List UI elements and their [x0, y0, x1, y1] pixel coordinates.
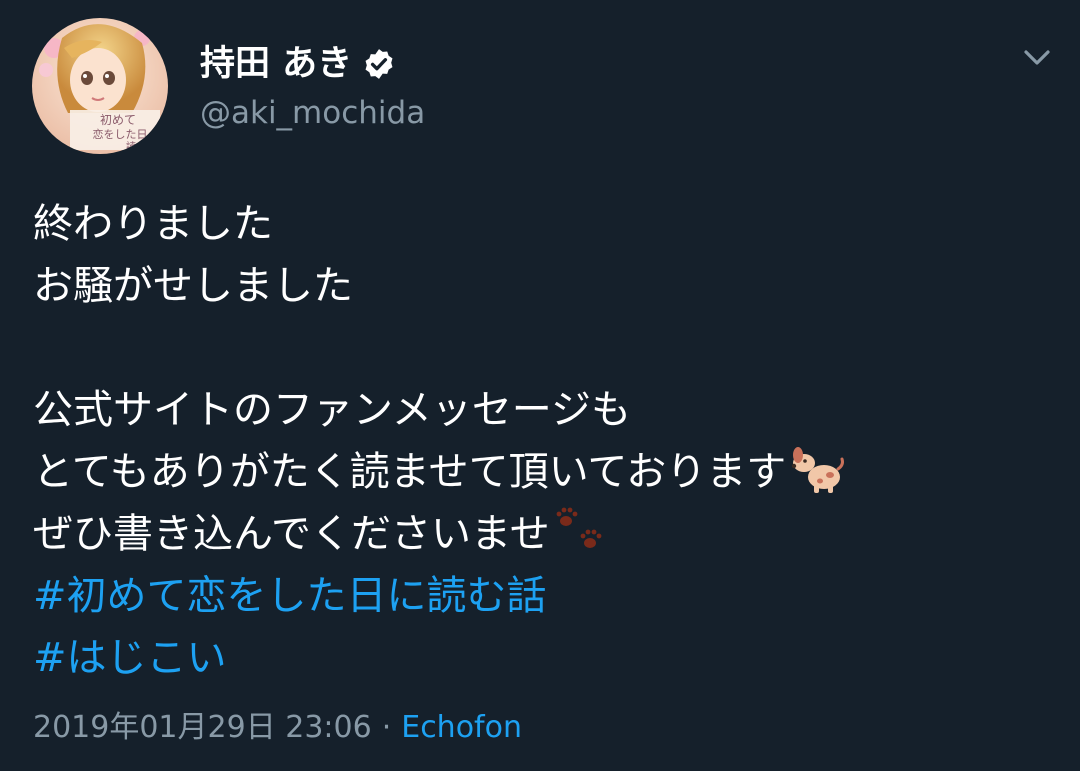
- display-name[interactable]: 持田 あき: [200, 42, 352, 86]
- tweet-line: 終わりました: [33, 201, 273, 247]
- hashtag-link[interactable]: #初めて恋をした日に読む話: [33, 565, 1053, 627]
- svg-text:初めて: 初めて: [100, 113, 136, 127]
- timestamp[interactable]: 2019年01月29日 23:06: [33, 710, 372, 745]
- paw-prints-emoji-icon: [556, 507, 602, 548]
- tweet-line: お騒がせしました: [33, 263, 353, 309]
- avatar[interactable]: 初めて 恋をした日 読む: [32, 18, 168, 154]
- hashtag-link[interactable]: #はじこい: [33, 627, 1053, 689]
- tweet-line: 公式サイトのファンメッセージも: [33, 387, 631, 433]
- tweet-text: 終わりました お騒がせしました 公式サイトのファンメッセージも とてもありがたく…: [33, 193, 1053, 689]
- tweet-line-text: とてもありがたく読ませて頂いております: [33, 449, 787, 495]
- tweet-meta: 2019年01月29日 23:06 · Echofon: [33, 708, 522, 748]
- source-link[interactable]: Echofon: [401, 710, 522, 745]
- author-handle[interactable]: @aki_mochida: [200, 94, 425, 132]
- dog-emoji-icon: [792, 447, 845, 493]
- tweet-line-text: ぜひ書き込んでくださいませ: [33, 511, 550, 557]
- tweet-card: 初めて 恋をした日 読む 持田 あき @aki_mochida 終わりました お…: [0, 0, 1080, 771]
- author-name-row[interactable]: 持田 あき: [200, 42, 396, 86]
- verified-badge-icon: [365, 49, 393, 79]
- svg-text:恋をした日: 恋をした日: [93, 127, 148, 141]
- avatar-illustration: 初めて 恋をした日 読む: [32, 18, 168, 154]
- meta-separator: ·: [381, 710, 392, 745]
- tweet-line-with-emoji: とてもありがたく読ませて頂いております: [33, 441, 1053, 503]
- svg-text:読む: 読む: [126, 140, 146, 153]
- chevron-down-icon[interactable]: [1020, 40, 1054, 74]
- tweet-line-with-emoji: ぜひ書き込んでくださいませ: [33, 503, 1053, 565]
